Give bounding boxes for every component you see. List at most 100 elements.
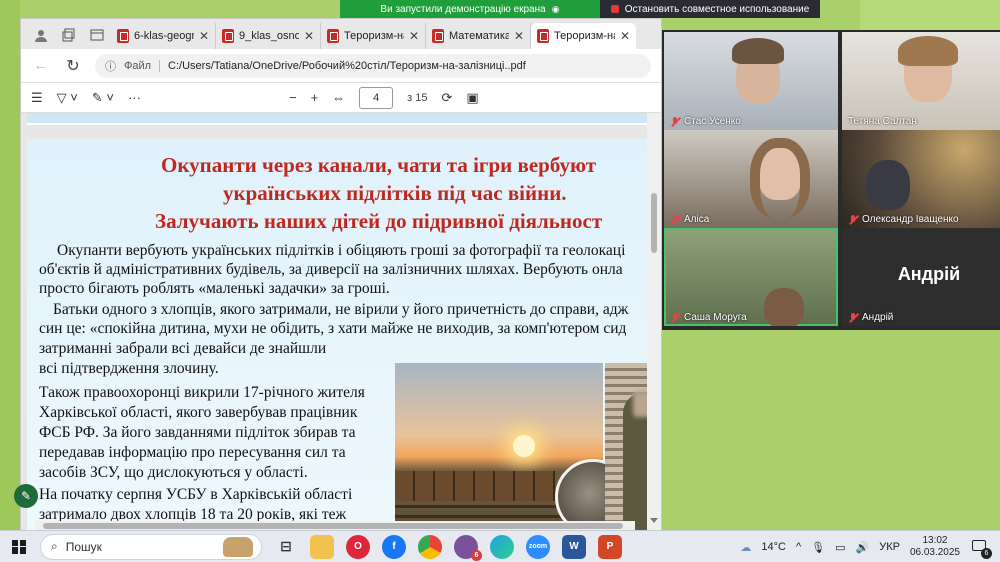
participant-tile-active[interactable]: Саша Моруга xyxy=(664,228,838,326)
powerpoint-icon[interactable]: P xyxy=(598,534,622,559)
search-placeholder: Пошук xyxy=(65,539,102,554)
annotate-icon[interactable]: ✎ xyxy=(14,484,38,508)
notification-icon[interactable]: 6 xyxy=(970,537,992,559)
participant-tile[interactable]: Андрій Андрій xyxy=(842,228,1000,326)
doc-paragraph-line: просто бігають роблять «маленькі задачки… xyxy=(39,280,390,297)
contents-icon[interactable]: ☰ xyxy=(31,90,43,106)
page-view-icon[interactable]: ▣ xyxy=(466,90,478,106)
doc-paragraph-line: об'єктів й адміністративних будівель, за… xyxy=(39,261,623,278)
zoom-in-button[interactable]: + xyxy=(311,90,319,105)
edge-icon[interactable] xyxy=(490,534,514,559)
highlight-icon[interactable]: ▽ ˅ xyxy=(57,90,78,106)
participant-name: Аліса xyxy=(670,214,709,225)
close-icon[interactable]: ✕ xyxy=(620,29,630,43)
screen-share-banner: Ви запустили демонстрацію екрана ◉ Остан… xyxy=(340,0,820,18)
volume-icon[interactable]: 🔊 xyxy=(856,541,870,554)
info-icon[interactable]: ⓘ xyxy=(105,58,116,74)
url-field[interactable]: ⓘ Файл C:/Users/Tatiana/OneDrive/Робочий… xyxy=(95,53,651,78)
rotate-icon[interactable]: ⟳ xyxy=(442,90,453,106)
close-icon[interactable]: ✕ xyxy=(409,29,419,43)
browser-tab[interactable]: 9_klas_osnovi ✕ xyxy=(216,23,321,49)
word-icon[interactable]: W xyxy=(562,534,586,559)
doc-title-line: Залучають наших дітей до підривної діяль… xyxy=(155,209,603,233)
participant-name: Саша Моруга xyxy=(670,312,747,323)
participant-name: Олександр Іващенко xyxy=(848,214,959,225)
doc-paragraph-line: засобів ЗСУ, що дислокуються у області. xyxy=(39,464,308,481)
participant-tile[interactable]: Тетяна Салтан xyxy=(842,32,1000,130)
address-bar: ← ↻ ⓘ Файл C:/Users/Tatiana/OneDrive/Роб… xyxy=(21,49,661,83)
collections-icon[interactable] xyxy=(55,21,83,49)
close-icon[interactable]: ✕ xyxy=(304,29,314,43)
tab-actions-icon[interactable] xyxy=(83,21,111,49)
tab-title: Тероризм-на xyxy=(344,30,404,42)
language-indicator[interactable]: УКР xyxy=(879,541,900,553)
doc-paragraph-line: син це: «спокійна дитина, мухи не обідит… xyxy=(39,320,627,337)
close-icon[interactable]: ✕ xyxy=(199,29,209,43)
clock[interactable]: 13:02 06.03.2025 xyxy=(910,535,960,559)
weather-temp[interactable]: 14°C xyxy=(761,541,786,553)
browser-window: 6-klas-geograf ✕ 9_klas_osnovi ✕ Терориз… xyxy=(20,18,662,531)
chevron-up-icon[interactable]: ^ xyxy=(796,541,801,553)
participant-name: Андрій xyxy=(848,312,893,323)
participant-avatar-text: Андрій xyxy=(897,264,961,284)
taskbar-search[interactable]: ⌕ Пошук xyxy=(40,533,262,560)
vertical-scrollbar[interactable] xyxy=(647,113,661,531)
mic-off-icon xyxy=(848,214,858,225)
scroll-thumb[interactable] xyxy=(651,193,657,253)
doc-paragraph-line: затриманні забрали всі девайси де знайшл… xyxy=(39,340,327,357)
back-icon[interactable]: ← xyxy=(31,57,51,75)
notification-count: 6 xyxy=(981,548,992,559)
more-icon[interactable]: ··· xyxy=(128,90,141,105)
sun-shape xyxy=(513,435,535,457)
participant-name-text: Саша Моруга xyxy=(684,312,747,323)
url-text: C:/Users/Tatiana/OneDrive/Робочий%20стіл… xyxy=(168,59,526,72)
file-explorer-icon[interactable] xyxy=(310,534,334,559)
browser-tab[interactable]: Тероризм-на ✕ xyxy=(321,23,426,49)
shield-icon: ◉ xyxy=(551,3,560,14)
scroll-thumb[interactable] xyxy=(43,523,623,529)
pdf-page: Окупанти через канали, чати та ігри верб… xyxy=(27,139,661,531)
facebook-icon[interactable]: f xyxy=(382,534,406,559)
clock-time: 13:02 xyxy=(922,535,948,546)
page-number-input[interactable]: 4 xyxy=(359,86,394,109)
sharing-status-text: Ви запустили демонстрацію екрана xyxy=(380,3,546,15)
previous-page-edge xyxy=(27,113,661,125)
zoom-icon[interactable]: zoom xyxy=(526,534,550,559)
task-view-icon[interactable]: ⊟ xyxy=(274,535,298,559)
participant-name-text: Андрій xyxy=(862,312,894,323)
refresh-icon[interactable]: ↻ xyxy=(63,56,83,76)
draw-icon[interactable]: ✎ ˅ xyxy=(92,90,114,106)
pdf-icon xyxy=(222,29,234,43)
stop-sharing-label: Остановить совместное использование xyxy=(624,3,810,15)
pdf-icon xyxy=(537,29,549,43)
participant-tile[interactable]: Стас Усенко xyxy=(664,32,838,130)
search-highlight-image xyxy=(223,536,253,557)
opera-icon[interactable]: O xyxy=(346,534,370,559)
browser-tab-active[interactable]: Тероризм-на ✕ xyxy=(531,23,636,49)
system-tray: ☁ 14°C ^ 🎙 ▭ 🔊 УКР 13:02 06.03.2025 6 xyxy=(740,531,992,562)
participant-name-text: Стас Усенко xyxy=(684,116,741,127)
doc-paragraph-line: Окупанти вербують українських підлітків … xyxy=(57,242,626,259)
profile-icon[interactable] xyxy=(27,21,55,49)
search-icon: ⌕ xyxy=(51,539,58,553)
doc-paragraph-line: Батьки одного з хлопців, якого затримали… xyxy=(53,301,629,318)
viber-icon[interactable]: 6 xyxy=(454,534,482,561)
zoom-out-button[interactable]: − xyxy=(289,90,297,105)
weather-icon[interactable]: ☁ xyxy=(740,541,751,554)
start-button[interactable] xyxy=(12,539,26,554)
mic-icon[interactable]: 🎙 xyxy=(811,541,825,554)
tab-title: 6-klas-geograf xyxy=(134,30,194,42)
mic-off-icon xyxy=(670,116,680,127)
fit-page-icon[interactable]: ⇔ xyxy=(332,90,345,105)
network-icon[interactable]: ▭ xyxy=(835,541,845,554)
browser-tab[interactable]: 6-klas-geograf ✕ xyxy=(111,23,216,49)
close-icon[interactable]: ✕ xyxy=(514,29,524,43)
stop-sharing-button[interactable]: Остановить совместное использование xyxy=(600,0,820,18)
participant-tile[interactable]: Олександр Іващенко xyxy=(842,130,1000,228)
chrome-icon[interactable] xyxy=(418,534,442,559)
browser-tab[interactable]: Математика_ ✕ xyxy=(426,23,531,49)
participant-tile[interactable]: Аліса xyxy=(664,130,838,228)
doc-paragraph-line: На початку серпня УСБУ в Харківській обл… xyxy=(39,486,353,503)
scroll-down-icon[interactable] xyxy=(650,518,658,523)
doc-paragraph-line: ФСБ РФ. За його завданнями підліток збир… xyxy=(39,424,356,441)
